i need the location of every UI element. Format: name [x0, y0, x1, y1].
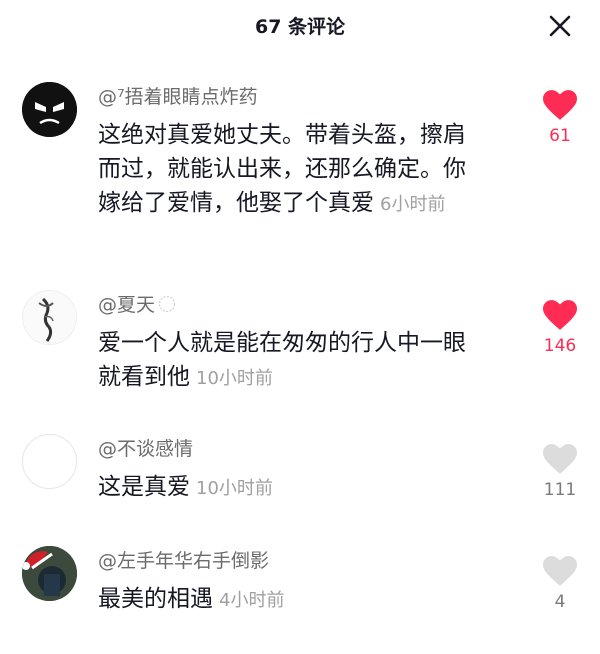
like-button[interactable]: 146: [536, 300, 584, 356]
like-count: 4: [554, 592, 566, 612]
avatar[interactable]: [22, 82, 77, 137]
comment-text: 爱一个人就是能在匆匆的行人中一眼就看到他 10小时前: [98, 326, 488, 396]
heart-filled-icon: [543, 300, 577, 330]
comment-time: 4小时前: [219, 590, 285, 611]
like-button[interactable]: 4: [536, 556, 584, 612]
comments-header: 67 条评论: [0, 0, 600, 52]
heart-icon: [543, 556, 577, 586]
avatar[interactable]: [22, 434, 77, 489]
comment-username-text: @夏天: [98, 294, 156, 316]
comment-time: 10小时前: [196, 368, 273, 389]
comment-body: 这是真爱: [98, 474, 190, 500]
ink-sketch-avatar-icon: [23, 291, 76, 344]
avatar[interactable]: [22, 290, 77, 345]
avatar[interactable]: [22, 546, 77, 601]
heart-icon: [543, 444, 577, 474]
comment-username[interactable]: @左手年华右手倒影: [98, 546, 269, 573]
heart-filled-icon: [543, 90, 577, 120]
like-button[interactable]: 61: [536, 90, 584, 146]
santa-hat-avatar-icon: [22, 546, 77, 601]
like-count: 111: [543, 480, 577, 500]
comment-body: 最美的相遇: [98, 586, 213, 612]
angry-face-avatar-icon: [22, 82, 77, 137]
moon-circle-icon: [158, 295, 176, 313]
comment-time: 10小时前: [196, 478, 273, 499]
comment-count-title: 67 条评论: [254, 16, 346, 38]
like-count: 146: [543, 336, 577, 356]
like-count: 61: [549, 126, 571, 146]
comment-text: 这绝对真爱她丈夫。带着头盔，擦肩而过，就能认出来，还那么确定。你嫁给了爱情，他娶…: [98, 118, 488, 222]
comment-text: 最美的相遇 4小时前: [98, 582, 488, 618]
comment-body: 爱一个人就是能在匆匆的行人中一眼就看到他: [98, 330, 466, 390]
comment-username[interactable]: @⁷捂着眼睛点炸药: [98, 82, 258, 109]
comment-username[interactable]: @夏天: [98, 290, 177, 317]
close-button[interactable]: [548, 14, 572, 38]
comment-text: 这是真爱 10小时前: [98, 470, 488, 506]
comment-time: 6小时前: [380, 194, 446, 215]
close-icon: [549, 15, 571, 37]
comment-username[interactable]: @不谈感情: [98, 434, 193, 461]
like-button[interactable]: 111: [536, 444, 584, 500]
